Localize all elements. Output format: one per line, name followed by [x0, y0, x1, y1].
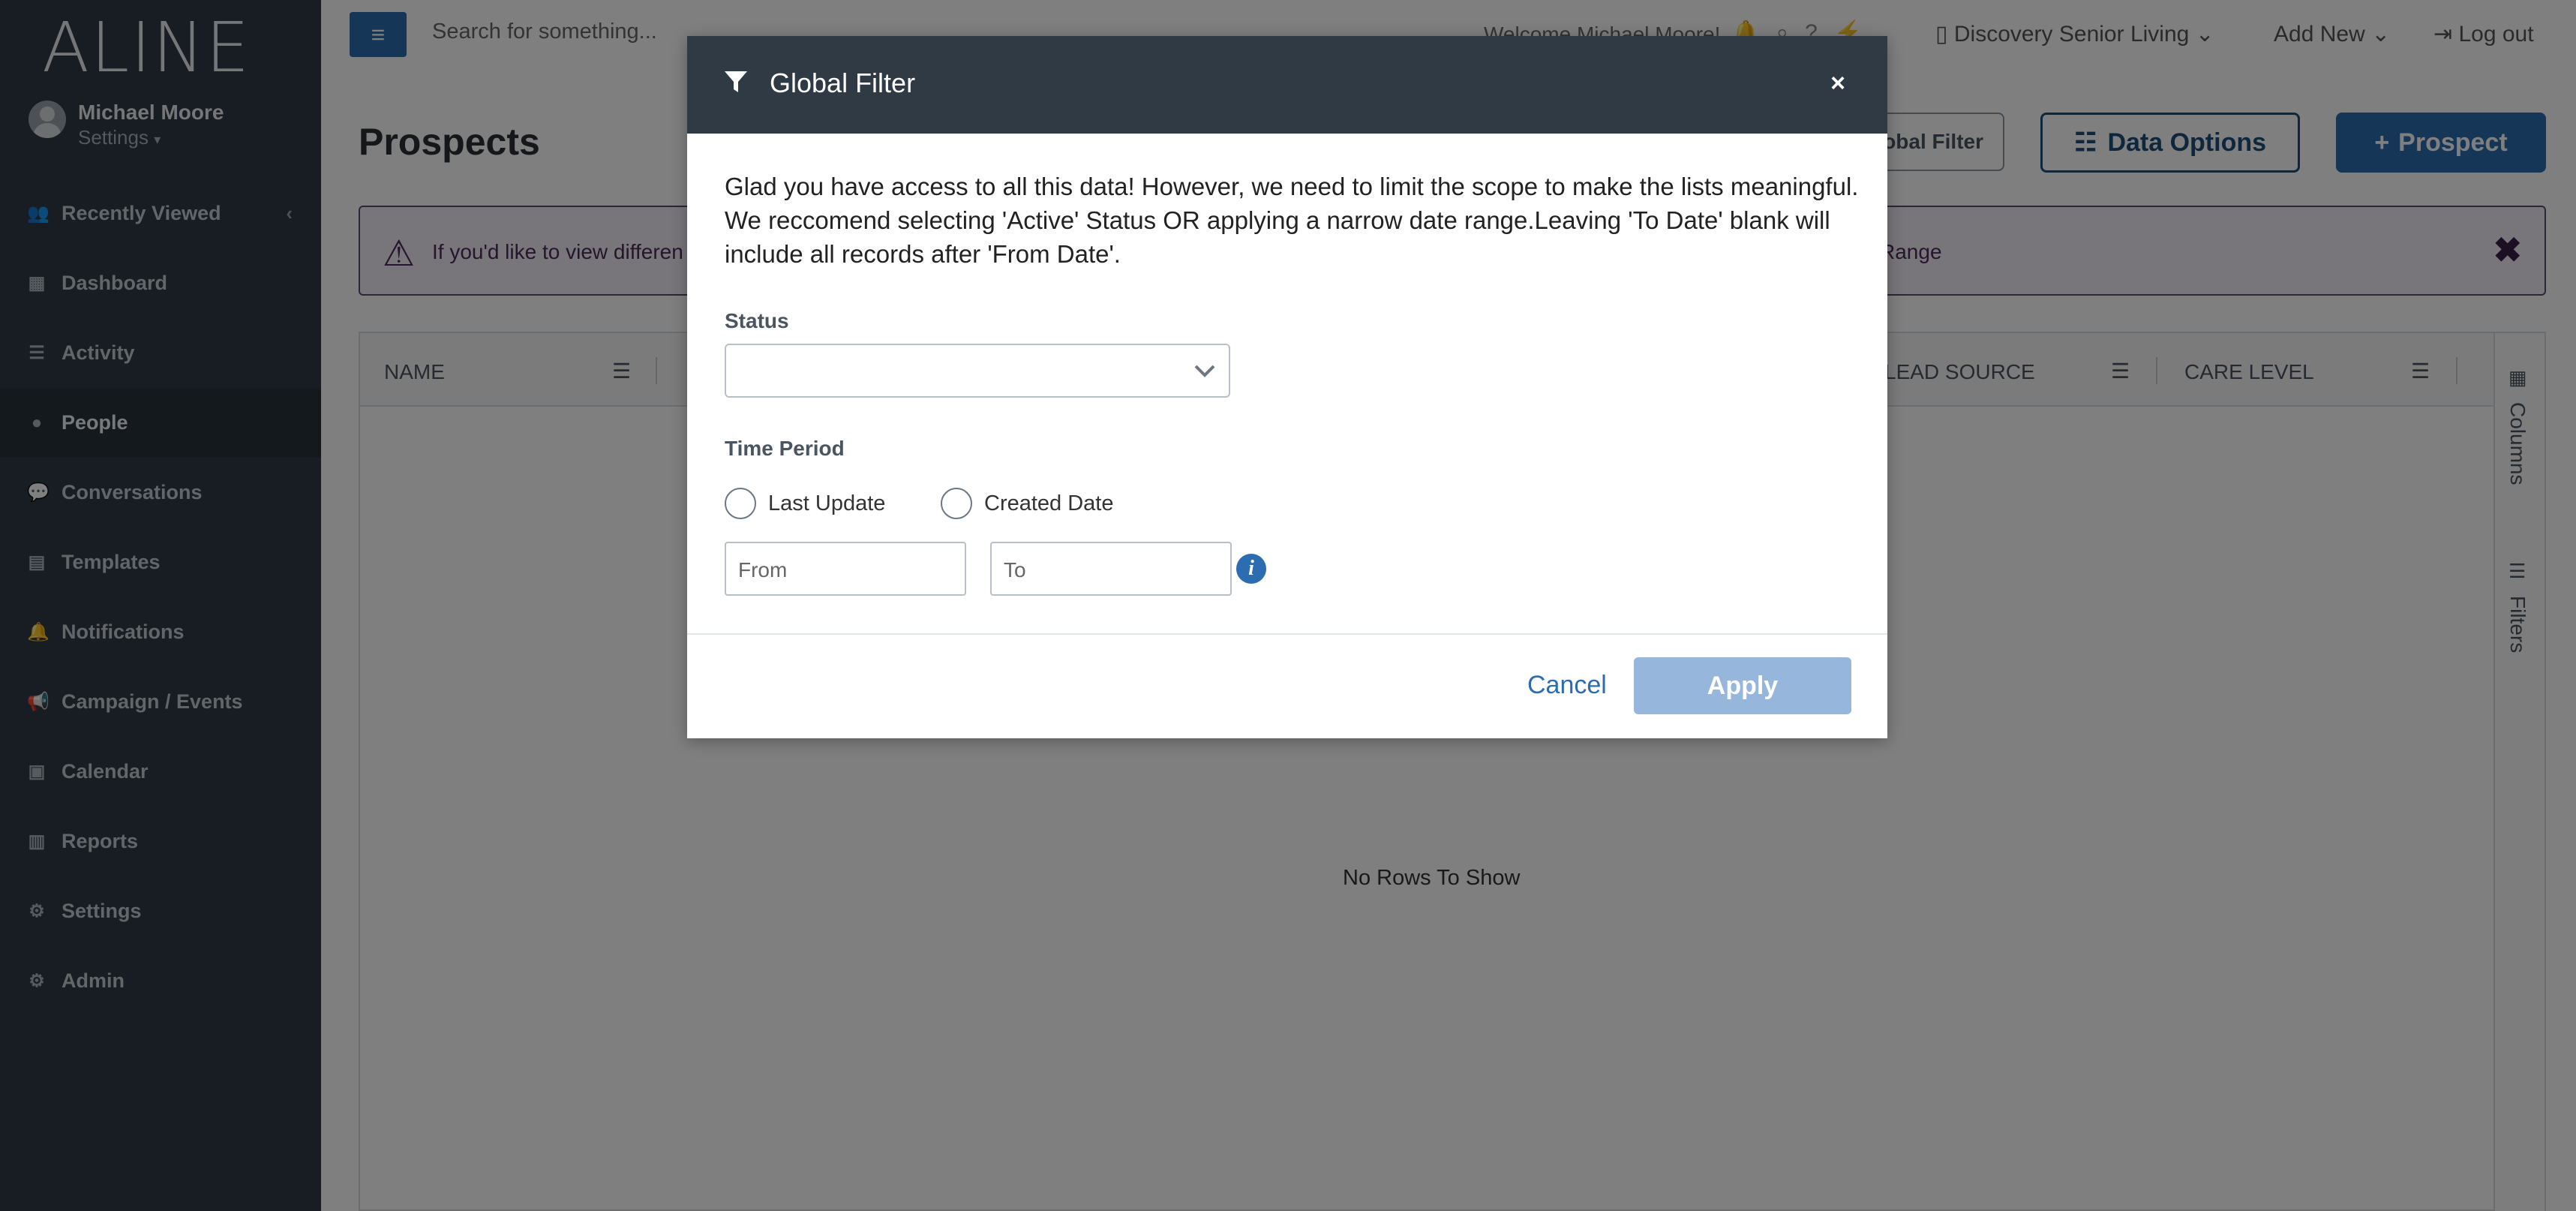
radio-label: Created Date: [984, 491, 1114, 515]
modal-description: Glad you have access to all this data! H…: [725, 173, 1859, 268]
radio-label: Last Update: [768, 491, 886, 515]
filter-icon: [723, 69, 749, 98]
radio-last-update[interactable]: Last Update: [725, 488, 885, 519]
status-label: Status: [725, 309, 789, 332]
radio-created-date[interactable]: Created Date: [941, 488, 1114, 519]
cancel-button[interactable]: Cancel: [1527, 671, 1607, 700]
apply-button[interactable]: Apply: [1634, 657, 1851, 714]
status-select[interactable]: [725, 344, 1230, 398]
from-date-input[interactable]: From: [725, 542, 966, 596]
modal-divider: [687, 633, 1887, 635]
to-date-input[interactable]: To: [990, 542, 1232, 596]
close-icon[interactable]: ×: [1830, 69, 1845, 98]
modal-title: Global Filter: [770, 68, 916, 98]
time-period-label: Time Period: [725, 437, 845, 460]
radio-button[interactable]: [941, 488, 972, 519]
chevron-down-icon: [1190, 356, 1220, 389]
modal-header: Global Filter ×: [687, 36, 1887, 134]
global-filter-modal: Global Filter × Glad you have access to …: [687, 36, 1887, 738]
radio-button[interactable]: [725, 488, 756, 519]
info-icon[interactable]: i: [1236, 554, 1266, 584]
